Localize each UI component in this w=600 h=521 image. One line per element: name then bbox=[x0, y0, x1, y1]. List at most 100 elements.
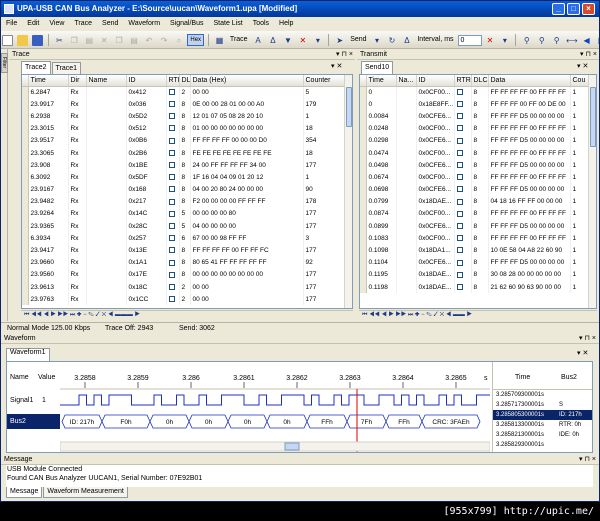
trace-row[interactable]: 6.3934 Rx 0x257 6 67 00 00 98 FF FF 3 bbox=[22, 232, 346, 245]
transmit-row[interactable]: 0.0899 0x0CFE6... 8 FF FF FF D5 00 00 00 00… bbox=[360, 220, 589, 233]
trace-row[interactable]: 23.9613 Rx 0x18C 2 00 00 177 bbox=[22, 281, 346, 294]
rtr-checkbox[interactable] bbox=[456, 271, 463, 278]
send-dropdown-icon[interactable]: ▾ bbox=[372, 35, 383, 46]
rtr-checkbox[interactable] bbox=[168, 125, 175, 132]
column-header[interactable]: DLC bbox=[471, 75, 489, 87]
transmit-row[interactable]: 0.0498 0x0CFE6... 8 FF FF FF D5 00 00 00 00… bbox=[360, 159, 589, 172]
trace-button[interactable]: Trace bbox=[230, 31, 248, 48]
transmit-row[interactable]: 0.0298 0x0CFE6... 8 FF FF FF D5 00 00 00 00… bbox=[360, 134, 589, 147]
trace-row[interactable]: 23.9917 Rx 0x036 8 0E 00 00 28 01 00 00 A0 17… bbox=[22, 98, 346, 111]
rtr-checkbox[interactable] bbox=[456, 125, 463, 132]
zoom-in-icon[interactable]: ⚲ bbox=[521, 35, 532, 46]
trace-row[interactable]: 23.9264 Rx 0x14C 5 00 00 00 00 80 177 bbox=[22, 207, 346, 221]
rtr-checkbox[interactable] bbox=[456, 113, 463, 120]
tab-waveform1[interactable]: Waveform1 bbox=[6, 348, 50, 361]
waveform-panel-buttons[interactable]: ▾ ⊓ × bbox=[579, 333, 596, 344]
rtr-checkbox[interactable] bbox=[456, 162, 463, 168]
zoom-fit-icon[interactable]: ⚲ bbox=[551, 35, 562, 46]
new-file-icon[interactable] bbox=[2, 34, 13, 46]
menu-signal-bus[interactable]: Signal/Bus bbox=[165, 17, 208, 31]
cut-icon[interactable]: ✂ bbox=[54, 35, 65, 46]
trace-settings-icon[interactable]: ▦ bbox=[214, 35, 225, 46]
rtr-checkbox[interactable] bbox=[168, 198, 175, 205]
trace-row[interactable]: 23.9482 Rx 0x217 8 F2 00 00 00 00 FF FF FF 17… bbox=[22, 195, 346, 208]
tab-message[interactable]: Message bbox=[6, 487, 43, 498]
send-button[interactable]: Send bbox=[350, 31, 366, 48]
repeat-icon[interactable]: ↻ bbox=[386, 35, 397, 46]
transmit-row[interactable]: 0.0674 0x0CF00... 8 FF FF FF FF 00 FF FF FF… bbox=[360, 171, 589, 184]
transmit-row[interactable]: 0 0x0CF00... 8 FF FF FF FF 00 FF FF FF 1 bbox=[360, 86, 589, 99]
hex-toggle-button[interactable]: Hex bbox=[187, 34, 205, 46]
transmit-row[interactable]: 0.1104 0x0CFE6... 8 FF FF FF D5 00 00 00 00… bbox=[360, 256, 589, 269]
rtr-checkbox[interactable] bbox=[168, 296, 175, 303]
copy-icon[interactable]: ❐ bbox=[69, 35, 80, 46]
column-header[interactable]: RTR bbox=[166, 75, 180, 87]
menu-trace[interactable]: Trace bbox=[69, 17, 97, 31]
save-icon[interactable] bbox=[31, 34, 43, 46]
column-header[interactable]: DLC bbox=[179, 75, 191, 87]
trace-row[interactable]: 6.2847 Rx 0x412 2 00 00 5 bbox=[22, 86, 346, 99]
column-header[interactable]: Data bbox=[488, 75, 571, 87]
transmit-row[interactable]: 0.0874 0x0CF00... 8 FF FF FF FF 00 FF FF FF… bbox=[360, 207, 589, 221]
back-icon[interactable]: ◀ bbox=[581, 35, 592, 46]
column-header[interactable]: Time bbox=[28, 75, 69, 87]
state-list-row[interactable]: 3.285717300001s S bbox=[493, 400, 592, 410]
trace-row[interactable]: 23.9763 Rx 0x1CC 2 00 00 177 bbox=[22, 293, 346, 306]
rtr-checkbox[interactable] bbox=[456, 247, 463, 254]
trace-row[interactable]: 6.2938 Rx 0x5D2 8 12 01 07 05 08 28 20 10 1 bbox=[22, 110, 346, 123]
redo-icon[interactable]: ↷ bbox=[158, 35, 169, 46]
rtr-checkbox[interactable] bbox=[168, 101, 175, 108]
zoom-out-icon[interactable]: ⚲ bbox=[536, 35, 547, 46]
transmit-row[interactable]: 0.1098 0x18DA1... 8 10 0E 58 04 A8 22 60 90… bbox=[360, 244, 589, 257]
rtr-checkbox[interactable] bbox=[456, 149, 463, 156]
transmit-scrollbar[interactable] bbox=[588, 75, 596, 308]
rtr-checkbox[interactable] bbox=[168, 210, 175, 217]
rtr-checkbox[interactable] bbox=[168, 247, 175, 254]
rtr-checkbox[interactable] bbox=[168, 271, 175, 278]
rtr-checkbox[interactable] bbox=[168, 174, 175, 181]
tab-trace1[interactable]: Trace1 bbox=[51, 62, 82, 74]
column-header[interactable]: ID bbox=[126, 75, 167, 87]
rtr-checkbox[interactable] bbox=[168, 149, 175, 156]
column-header[interactable]: Name bbox=[86, 75, 127, 87]
undo-icon[interactable]: ↶ bbox=[144, 35, 155, 46]
column-header[interactable]: RTR bbox=[454, 75, 472, 87]
menu-view[interactable]: View bbox=[44, 17, 69, 31]
paste2-icon[interactable]: ▤ bbox=[129, 35, 140, 46]
trace-row[interactable]: 23.3065 Rx 0x2B6 8 FE FE FE FE FE FE FE FE 18 bbox=[22, 146, 346, 160]
rtr-checkbox[interactable] bbox=[456, 174, 463, 181]
state-list-row[interactable]: 3.285813300001s RTR: 0h bbox=[493, 420, 592, 430]
transmit-row[interactable]: 0.0474 0x0CF00... 8 FF FF FF FF 00 FF FF FF… bbox=[360, 146, 589, 160]
transmit-row[interactable]: 0.0799 0x18DAE... 8 04 18 16 FF FF 00 00 00… bbox=[360, 195, 589, 208]
state-list-row[interactable]: 3.285805300001s ID: 217h bbox=[493, 410, 592, 420]
tab-waveform-measurement[interactable]: Waveform Measurement bbox=[43, 487, 128, 498]
rtr-checkbox[interactable] bbox=[456, 210, 463, 217]
stop-send-icon[interactable]: ✕ bbox=[484, 35, 495, 46]
trace-row[interactable]: 23.3015 Rx 0x512 8 01 00 00 00 00 00 00 00 18 bbox=[22, 122, 346, 135]
trace-row[interactable]: 23.9417 Rx 0x13E 8 FF FF FF FF 00 FF FF FC 17… bbox=[22, 244, 346, 257]
rtr-checkbox[interactable] bbox=[456, 186, 463, 193]
close-button[interactable]: × bbox=[582, 3, 595, 15]
clear-trace-icon[interactable]: ✕ bbox=[297, 35, 308, 46]
transmit-row[interactable]: 0.0084 0x0CFE6... 8 FF FF FF D5 00 00 00 00… bbox=[360, 110, 589, 123]
state-list-row[interactable]: 3.285709300001s bbox=[493, 390, 592, 400]
message-panel-buttons[interactable]: ▾ ⊓ × bbox=[579, 454, 596, 465]
forward-icon[interactable]: ▶ bbox=[596, 35, 600, 46]
menu-help[interactable]: Help bbox=[274, 17, 298, 31]
trace-nav-bar[interactable]: ⏮ ◀◀ ◀ ▶ ▶▶ ⏭ ✚ − ✎ ✓ ✕ ◀ ▬▬▬ ▶ bbox=[21, 310, 353, 319]
filter-icon[interactable]: ▼ bbox=[282, 35, 293, 46]
menu-edit[interactable]: Edit bbox=[22, 17, 44, 31]
column-header[interactable]: Cou bbox=[570, 75, 589, 87]
rtr-checkbox[interactable] bbox=[456, 101, 463, 108]
menu-send[interactable]: Send bbox=[97, 17, 123, 31]
bus2-name[interactable]: Bus2 bbox=[7, 414, 60, 429]
transmit-row[interactable]: 0.1083 0x0CF00... 8 FF FF FF FF 00 FF FF FF… bbox=[360, 232, 589, 245]
menu-tools[interactable]: Tools bbox=[248, 17, 274, 31]
transmit-row[interactable]: 0.1195 0x18DAE... 8 30 08 28 00 00 00 00 00… bbox=[360, 268, 589, 281]
measure-icon[interactable]: ⟷ bbox=[566, 35, 577, 46]
copy2-icon[interactable]: ❐ bbox=[114, 35, 125, 46]
trace-row[interactable]: 23.908 Rx 0x1BE 8 24 00 FF FF FF FF 34 00 177 bbox=[22, 159, 346, 172]
column-header[interactable]: Counter bbox=[303, 75, 346, 87]
tab-send10[interactable]: Send10 bbox=[361, 61, 394, 74]
state-list-row[interactable]: 3.285821300001s IDE: 0h bbox=[493, 430, 592, 440]
